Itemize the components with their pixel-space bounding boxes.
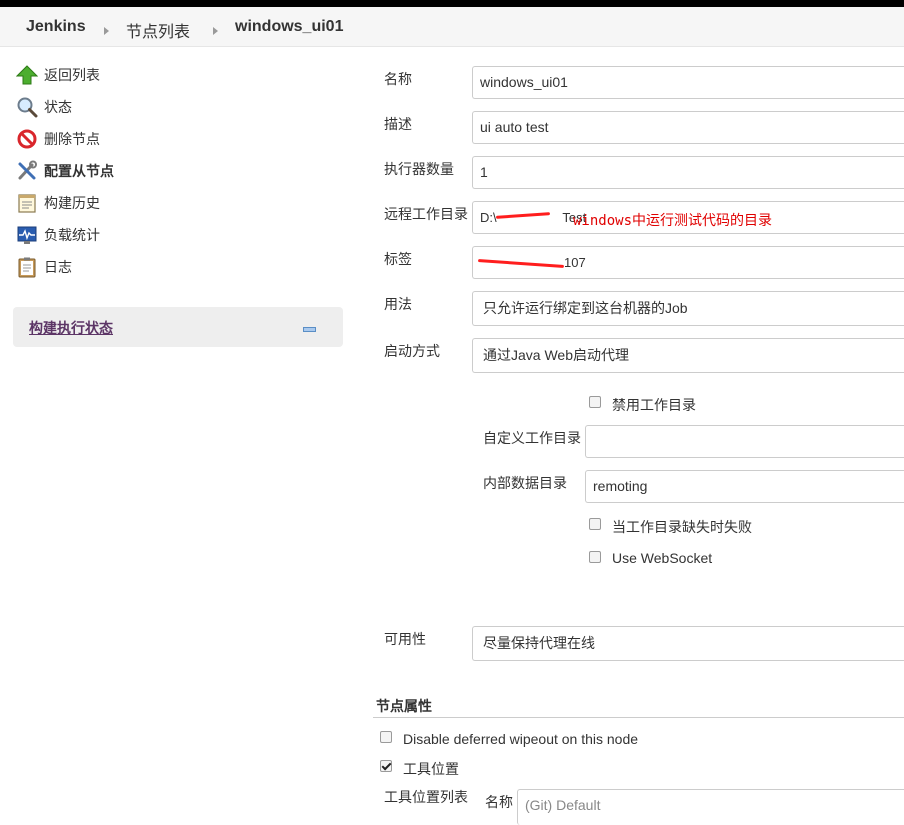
node-properties-heading: 节点属性	[376, 698, 432, 714]
sidebar-item-load-statistics[interactable]: 负载统计	[16, 223, 100, 247]
notepad-icon	[16, 192, 38, 214]
sidebar-item-label: 状态	[44, 99, 72, 115]
breadcrumb-node-list[interactable]: 节点列表	[126, 18, 190, 42]
sidebar-item-label: 日志	[44, 259, 72, 275]
tool-name-label: 名称	[485, 794, 513, 810]
custom-workdir-label: 自定义工作目录	[483, 430, 581, 446]
sidebar-item-label: 构建历史	[44, 195, 100, 211]
disable-workdir-checkbox[interactable]	[589, 396, 601, 408]
executor-status-panel: 构建执行状态	[13, 307, 343, 347]
name-input[interactable]: windows_ui01	[472, 66, 904, 99]
labels-label: 标签	[384, 251, 412, 267]
monitor-icon	[16, 224, 38, 246]
sidebar-item-label: 配置从节点	[44, 163, 114, 179]
breadcrumb-separator-icon	[213, 27, 218, 35]
sidebar-item-back-to-list[interactable]: 返回列表	[15, 63, 100, 87]
tool-locations-label: 工具位置	[403, 761, 459, 777]
internal-data-input[interactable]: remoting	[585, 470, 904, 503]
breadcrumb-jenkins[interactable]: Jenkins	[26, 18, 86, 36]
fail-if-missing-checkbox[interactable]	[589, 518, 601, 530]
sidebar-item-configure-node[interactable]: 配置从节点	[16, 159, 114, 183]
remote-root-annotation: windows中运行测试代码的目录	[573, 213, 773, 229]
custom-workdir-input[interactable]	[585, 425, 904, 458]
tools-icon	[16, 160, 38, 182]
disable-workdir-label: 禁用工作目录	[612, 397, 696, 413]
launch-method-select[interactable]: 通过Java Web启动代理	[472, 338, 904, 373]
remote-root-prefix: D:\	[480, 210, 497, 225]
sidebar-item-log[interactable]: 日志	[16, 255, 72, 279]
sidebar-item-label: 返回列表	[44, 67, 100, 83]
description-input[interactable]: ui auto test	[472, 111, 904, 144]
sidebar-item-status[interactable]: 状态	[16, 95, 72, 119]
usage-select[interactable]: 只允许运行绑定到这台机器的Job	[472, 291, 904, 326]
availability-select[interactable]: 尽量保持代理在线	[472, 626, 904, 661]
sidebar-item-label: 负载统计	[44, 227, 100, 243]
executors-label: 执行器数量	[384, 161, 454, 177]
executor-status-link[interactable]: 构建执行状态	[29, 318, 113, 338]
remote-root-label: 远程工作目录	[384, 206, 468, 222]
executors-input[interactable]: 1	[472, 156, 904, 189]
availability-label: 可用性	[384, 631, 426, 647]
clipboard-icon	[16, 256, 38, 278]
websocket-checkbox[interactable]	[589, 551, 601, 563]
collapse-icon[interactable]	[303, 327, 316, 332]
disable-wipeout-label: Disable deferred wipeout on this node	[403, 731, 639, 747]
sidebar-item-label: 删除节点	[44, 131, 100, 147]
section-divider	[373, 717, 904, 718]
no-entry-icon	[16, 128, 38, 150]
internal-data-label: 内部数据目录	[483, 475, 567, 491]
launch-method-label: 启动方式	[384, 343, 440, 359]
sidebar-item-delete-node[interactable]: 删除节点	[16, 127, 100, 151]
labels-visible-part: 107	[564, 255, 586, 270]
websocket-label: Use WebSocket	[612, 550, 713, 566]
top-bar	[0, 0, 904, 7]
description-label: 描述	[384, 116, 412, 132]
up-arrow-icon	[15, 64, 39, 86]
tool-locations-checkbox[interactable]	[380, 760, 392, 772]
name-label: 名称	[384, 71, 412, 87]
disable-wipeout-checkbox[interactable]	[380, 731, 392, 743]
breadcrumb: Jenkins 节点列表 windows_ui01	[0, 7, 904, 47]
tool-name-select[interactable]: (Git) Default	[517, 789, 904, 825]
breadcrumb-separator-icon	[104, 27, 109, 35]
usage-label: 用法	[384, 296, 412, 312]
tool-list-label: 工具位置列表	[384, 789, 468, 805]
magnifier-icon	[16, 96, 38, 118]
breadcrumb-node-name[interactable]: windows_ui01	[235, 18, 343, 36]
fail-if-missing-label: 当工作目录缺失时失败	[612, 519, 752, 535]
sidebar-item-build-history[interactable]: 构建历史	[16, 191, 100, 215]
